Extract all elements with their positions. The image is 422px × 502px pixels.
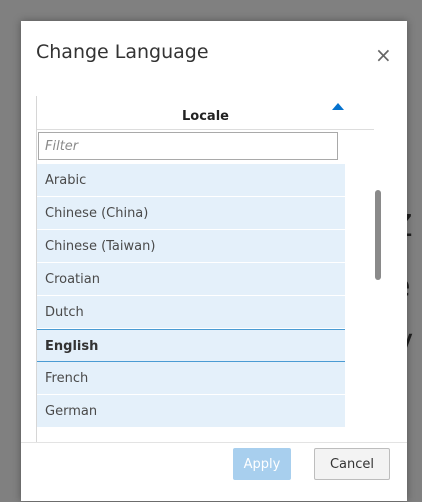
locale-row[interactable]: Dutch [37,296,345,329]
dialog-title: Change Language [36,41,209,63]
footer-divider [21,442,407,443]
locale-row[interactable]: French [37,362,345,395]
scrollbar-thumb[interactable] [375,190,381,280]
locale-row[interactable]: Croatian [37,263,345,296]
close-icon[interactable]: × [375,45,392,65]
locale-row[interactable]: Chinese (China) [37,197,345,230]
filter-row [37,130,345,163]
locale-row[interactable]: Chinese (Taiwan) [37,230,345,263]
locale-row[interactable]: English [37,329,345,362]
sort-ascending-icon[interactable] [332,103,344,110]
locale-row[interactable]: German [37,395,345,428]
locale-table: Locale ArabicChinese (China)Chinese (Tai… [36,96,382,442]
locale-list: Arabic Chinese (China) Chinese (Taiwan) Cro… [37,164,345,428]
column-header-label: Locale [182,109,229,124]
change-language-dialog: Change Language × Locale ArabicChinese (… [21,21,407,501]
apply-button[interactable]: Apply [233,448,291,480]
locale-column-header[interactable]: Locale [37,96,374,130]
cancel-button[interactable]: Cancel [314,448,390,480]
locale-row[interactable]: Arabic [37,164,345,197]
filter-input[interactable] [38,132,338,160]
scrollbar-track[interactable] [374,130,382,442]
